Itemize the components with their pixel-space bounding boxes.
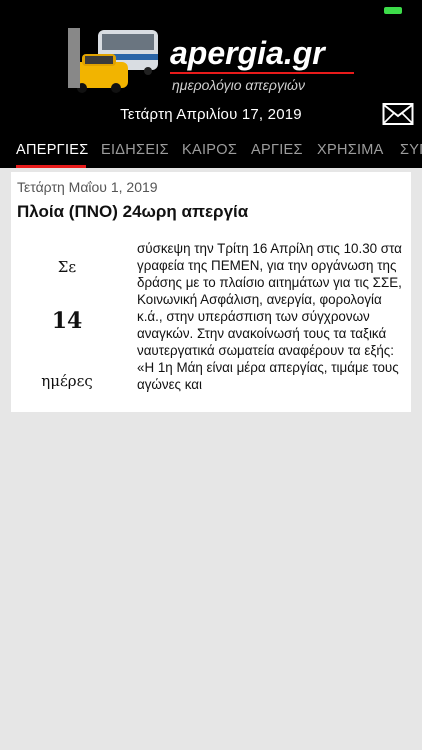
strike-description: σύσκεψη την Τρίτη 16 Απρίλη στις 10.30 σ… [137, 241, 402, 392]
tab-xrisima[interactable]: ΧΡΗΣΙΜΑ [317, 142, 384, 158]
apergia-logo: apergia.gr ημερολόγιο απεργιών [68, 28, 354, 93]
countdown-unit: ημέρες [41, 372, 93, 390]
active-tab-indicator [16, 165, 86, 168]
strike-card[interactable]: Τετάρτη Μαΐου 1, 2019 Πλοία (ΠΝΟ) 24ωρη … [11, 172, 411, 412]
countdown: Σε 14 ημέρες [11, 242, 123, 412]
tab-bar: ΑΠΕΡΓΙΕΣ ΕΙΔΗΣΕΙΣ ΚΑΙΡΟΣ ΑΡΓΙΕΣ ΧΡΗΣΙΜΑ … [0, 130, 422, 168]
logo-subtitle: ημερολόγιο απεργιών [172, 77, 305, 93]
strike-title: Πλοία (ΠΝΟ) 24ωρη απεργία [17, 202, 249, 221]
current-date: Τετάρτη Απριλίου 17, 2019 [120, 106, 302, 123]
app-header: apergia.gr ημερολόγιο απεργιών Τετάρτη Α… [0, 22, 422, 130]
logo-title: apergia.gr [170, 35, 326, 71]
tab-apergies[interactable]: ΑΠΕΡΓΙΕΣ [16, 142, 89, 158]
tab-syg[interactable]: ΣΥΓ [400, 142, 422, 158]
tab-eidiseis[interactable]: ΕΙΔΗΣΕΙΣ [101, 142, 169, 158]
envelope-icon[interactable] [382, 102, 414, 126]
tab-argies[interactable]: ΑΡΓΙΕΣ [251, 142, 303, 158]
tab-kairos[interactable]: ΚΑΙΡΟΣ [182, 142, 237, 158]
battery-icon [384, 7, 402, 14]
strike-date: Τετάρτη Μαΐου 1, 2019 [17, 179, 158, 195]
countdown-prefix: Σε [57, 258, 77, 276]
countdown-value: 14 [51, 308, 83, 334]
status-bar [0, 0, 422, 22]
